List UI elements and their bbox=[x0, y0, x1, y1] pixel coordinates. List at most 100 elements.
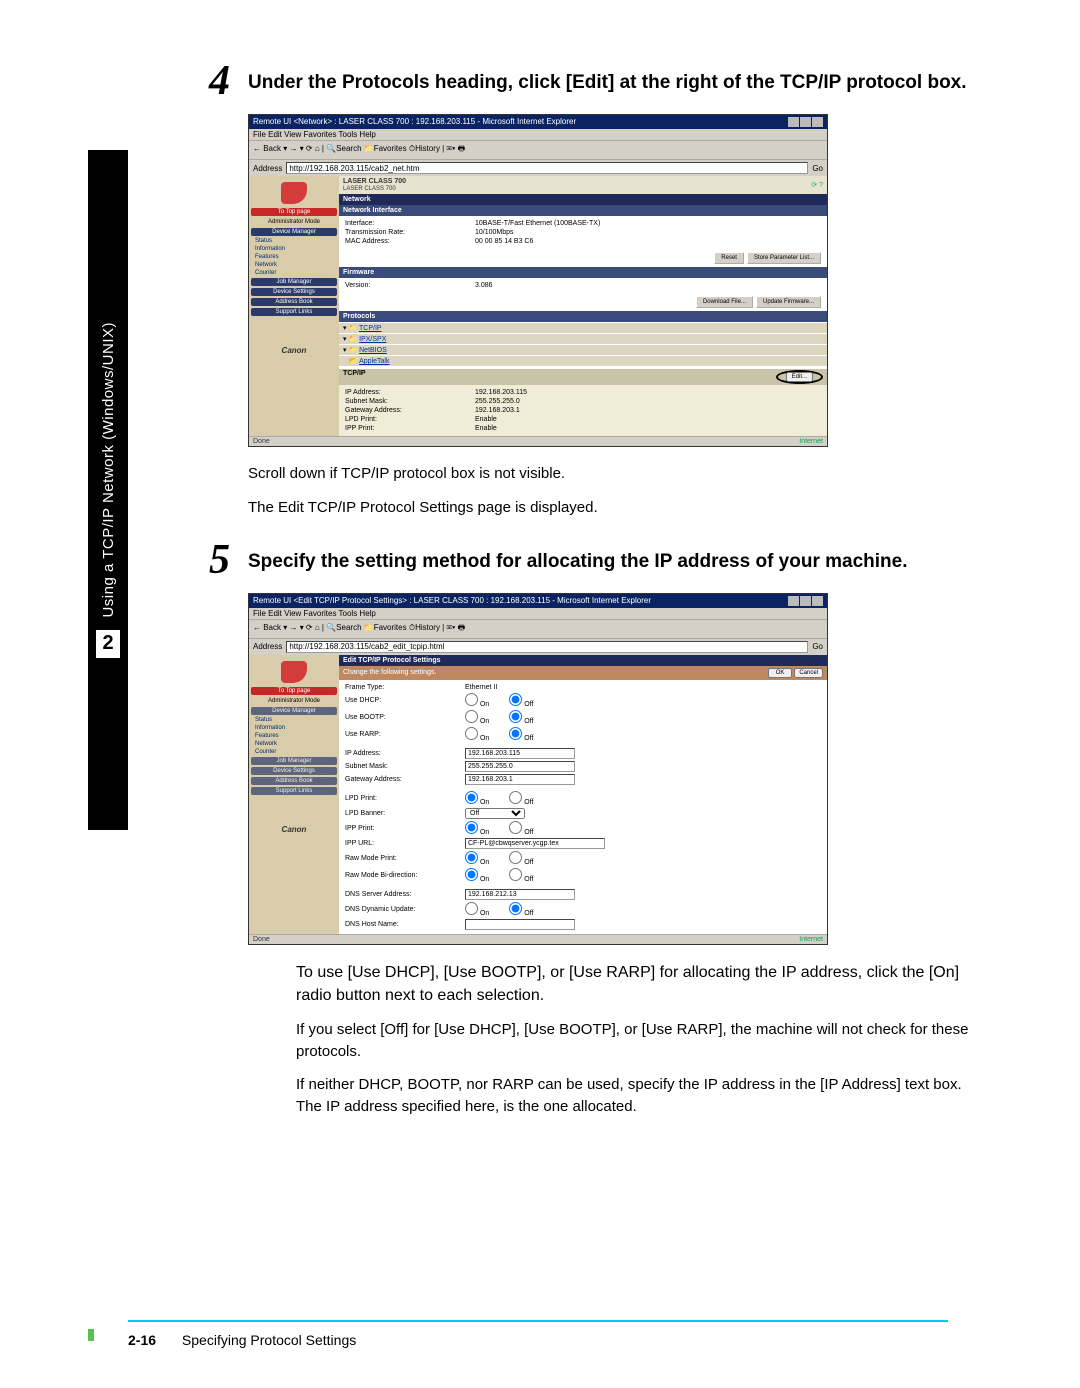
status-right: Internet bbox=[799, 936, 823, 943]
chapter-number: 2 bbox=[96, 630, 120, 658]
rawbi-on[interactable] bbox=[465, 868, 478, 881]
status-left: Done bbox=[253, 438, 270, 445]
nav-address-book[interactable]: Address Book bbox=[251, 777, 337, 785]
status-right: Internet bbox=[799, 438, 823, 445]
window-titlebar: Remote UI <Edit TCP/IP Protocol Settings… bbox=[249, 594, 827, 608]
band-interface: Network Interface bbox=[339, 205, 827, 216]
ddns-on[interactable] bbox=[465, 902, 478, 915]
step-heading: Specify the setting method for allocatin… bbox=[248, 539, 908, 575]
window-controls[interactable] bbox=[788, 596, 823, 606]
nav-features[interactable]: Features bbox=[251, 733, 337, 739]
nav-information[interactable]: Information bbox=[251, 246, 337, 252]
rawbi-off[interactable] bbox=[509, 868, 522, 881]
link-tcpip[interactable]: TCP/IP bbox=[359, 325, 382, 332]
nav-status[interactable]: Status bbox=[251, 717, 337, 723]
step5-para2: If you select [Off] for [Use DHCP], [Use… bbox=[296, 1019, 970, 1063]
download-button[interactable]: Download File... bbox=[696, 296, 753, 308]
bootp-off[interactable] bbox=[509, 710, 522, 723]
dhcp-off[interactable] bbox=[509, 693, 522, 706]
tcpip-settings: Frame Type:Ethernet II Use DHCP: On Off … bbox=[339, 680, 827, 934]
canon-brand: Canon bbox=[251, 825, 337, 834]
window-titlebar: Remote UI <Network> : LASER CLASS 700 : … bbox=[249, 115, 827, 129]
step5-para3: If neither DHCP, BOOTP, nor RARP can be … bbox=[296, 1074, 970, 1118]
nav-device-settings[interactable]: Device Settings bbox=[251, 288, 337, 296]
banner-select[interactable]: Off bbox=[465, 808, 525, 819]
canon-logo-icon bbox=[281, 661, 307, 683]
interface-table: Interface:10BASE-T/Fast Ethernet (100BAS… bbox=[339, 216, 827, 249]
edit-button[interactable]: Edit... bbox=[786, 372, 813, 382]
rarp-off[interactable] bbox=[509, 727, 522, 740]
refresh-help-icons[interactable]: ⟳ ? bbox=[811, 181, 823, 189]
menu-bar[interactable]: File Edit View Favorites Tools Help bbox=[249, 129, 827, 140]
link-ipx[interactable]: IPX/SPX bbox=[359, 336, 386, 343]
left-nav: To Top page Administrator Mode Device Ma… bbox=[249, 176, 339, 436]
nav-information[interactable]: Information bbox=[251, 725, 337, 731]
host-input[interactable] bbox=[465, 919, 575, 930]
ipp-off[interactable] bbox=[509, 821, 522, 834]
go-button[interactable]: Go bbox=[812, 642, 823, 651]
to-top-button[interactable]: To Top page bbox=[251, 208, 337, 216]
ddns-off[interactable] bbox=[509, 902, 522, 915]
nav-support-links[interactable]: Support Links bbox=[251, 787, 337, 795]
gw-input[interactable] bbox=[465, 774, 575, 785]
nav-mode: Administrator Mode bbox=[251, 698, 337, 704]
band-firmware: Firmware bbox=[339, 267, 827, 278]
nav-job-manager[interactable]: Job Manager bbox=[251, 278, 337, 286]
nav-support-links[interactable]: Support Links bbox=[251, 308, 337, 316]
go-button[interactable]: Go bbox=[812, 164, 823, 173]
nav-device-manager[interactable]: Device Manager bbox=[251, 707, 337, 715]
address-label: Address bbox=[253, 164, 282, 173]
step-5: 5 Specify the setting method for allocat… bbox=[190, 539, 970, 581]
band-protocols: Protocols bbox=[339, 311, 827, 322]
raw-on[interactable] bbox=[465, 851, 478, 864]
toolbar[interactable]: ← Back ▾ → ▾ ⟳ ⌂ | 🔍Search 📁Favorites ⏱H… bbox=[249, 140, 827, 159]
reset-button[interactable]: Reset bbox=[714, 252, 744, 264]
bootp-on[interactable] bbox=[465, 710, 478, 723]
link-appletalk[interactable]: AppleTalk bbox=[359, 358, 389, 365]
ok-button[interactable]: OK bbox=[768, 668, 793, 678]
mask-input[interactable] bbox=[465, 761, 575, 772]
nav-network[interactable]: Network bbox=[251, 262, 337, 268]
nav-mode: Administrator Mode bbox=[251, 219, 337, 225]
rarp-on[interactable] bbox=[465, 727, 478, 740]
dns-input[interactable] bbox=[465, 889, 575, 900]
store-button[interactable]: Store Parameter List... bbox=[747, 252, 821, 264]
nav-counter[interactable]: Counter bbox=[251, 749, 337, 755]
lpd-on[interactable] bbox=[465, 791, 478, 804]
edit-button-oval[interactable]: Edit... bbox=[776, 370, 823, 384]
update-fw-button[interactable]: Update Firmware... bbox=[756, 296, 821, 308]
to-top-button[interactable]: To Top page bbox=[251, 687, 337, 695]
edit-heading: Edit TCP/IP Protocol Settings bbox=[339, 655, 827, 666]
nav-features[interactable]: Features bbox=[251, 254, 337, 260]
step-4: 4 Under the Protocols heading, click [Ed… bbox=[190, 60, 970, 102]
nav-device-settings[interactable]: Device Settings bbox=[251, 767, 337, 775]
nav-job-manager[interactable]: Job Manager bbox=[251, 757, 337, 765]
ipp-on[interactable] bbox=[465, 821, 478, 834]
link-netbios[interactable]: NetBIOS bbox=[359, 347, 387, 354]
screenshot-network: Remote UI <Network> : LASER CLASS 700 : … bbox=[248, 114, 970, 447]
step-number: 4 bbox=[190, 60, 230, 102]
dhcp-on[interactable] bbox=[465, 693, 478, 706]
footer-accent bbox=[88, 1329, 94, 1341]
nav-status[interactable]: Status bbox=[251, 238, 337, 244]
address-input[interactable] bbox=[286, 641, 808, 653]
lpd-off[interactable] bbox=[509, 791, 522, 804]
ippurl-input[interactable] bbox=[465, 838, 605, 849]
chapter-tab: Using a TCP/IP Network (Windows/UNIX) 2 bbox=[88, 150, 128, 830]
ip-input[interactable] bbox=[465, 748, 575, 759]
cancel-button[interactable]: Cancel bbox=[794, 668, 823, 678]
nav-device-manager[interactable]: Device Manager bbox=[251, 228, 337, 236]
nav-network[interactable]: Network bbox=[251, 741, 337, 747]
status-left: Done bbox=[253, 936, 270, 943]
footer-title: Specifying Protocol Settings bbox=[182, 1332, 356, 1348]
address-input[interactable] bbox=[286, 162, 808, 174]
nav-counter[interactable]: Counter bbox=[251, 270, 337, 276]
window-controls[interactable] bbox=[788, 117, 823, 127]
page-footer: 2-16 Specifying Protocol Settings bbox=[128, 1320, 948, 1348]
edit-subhead: Change the following settings. bbox=[343, 669, 436, 676]
band-network: Network bbox=[339, 194, 827, 205]
menu-bar[interactable]: File Edit View Favorites Tools Help bbox=[249, 608, 827, 619]
raw-off[interactable] bbox=[509, 851, 522, 864]
nav-address-book[interactable]: Address Book bbox=[251, 298, 337, 306]
toolbar[interactable]: ← Back ▾ → ▾ ⟳ ⌂ | 🔍Search 📁Favorites ⏱H… bbox=[249, 619, 827, 638]
